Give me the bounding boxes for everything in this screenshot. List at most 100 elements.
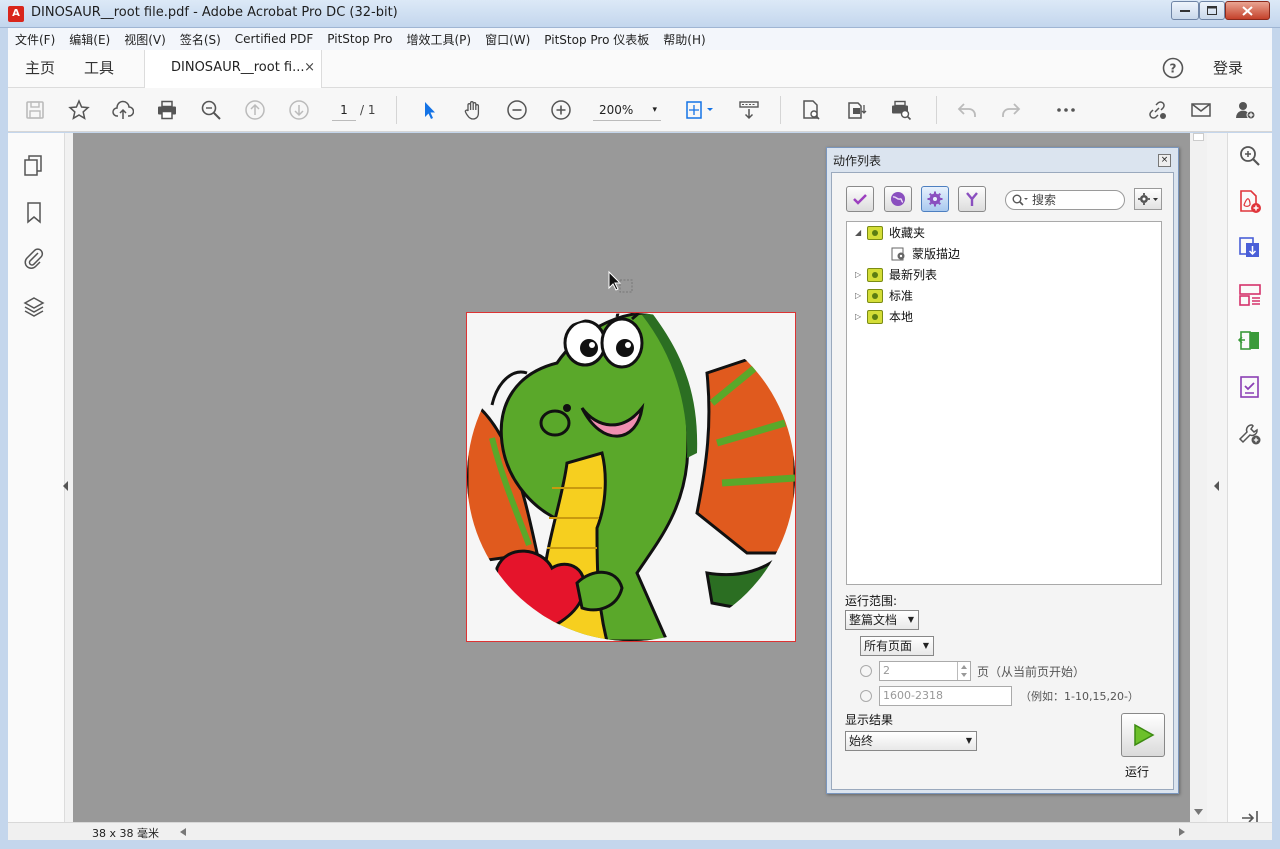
- left-panel-collapse-handle[interactable]: [63, 133, 73, 822]
- prev-page-icon[interactable]: [240, 96, 270, 124]
- cloud-upload-icon[interactable]: [108, 96, 138, 124]
- help-icon[interactable]: ?: [1162, 57, 1184, 79]
- toolbar-divider: [396, 96, 397, 124]
- organize-pages-icon[interactable]: [1237, 282, 1263, 308]
- print-icon[interactable]: [152, 96, 182, 124]
- save-icon[interactable]: [20, 96, 50, 124]
- tree-node-label: 标准: [889, 289, 914, 303]
- title-bar: A DINOSAUR__root file.pdf - Adobe Acroba…: [0, 0, 1280, 28]
- zoom-tool-icon[interactable]: [1237, 143, 1263, 169]
- filter-check-button[interactable]: [846, 186, 874, 212]
- email-icon[interactable]: [1186, 96, 1216, 124]
- select-cursor-icon[interactable]: [414, 96, 444, 124]
- maximize-button[interactable]: [1199, 1, 1225, 20]
- page-number-input[interactable]: 1: [332, 99, 356, 121]
- preflight-fix-icon[interactable]: [842, 96, 872, 124]
- tree-node-standard[interactable]: ▷ 标准: [855, 285, 913, 306]
- page-count-spinner[interactable]: [957, 662, 970, 680]
- page-count-radio[interactable]: [860, 665, 872, 677]
- attachments-icon[interactable]: [21, 246, 47, 272]
- menu-view[interactable]: 视图(V): [117, 31, 173, 48]
- tree-node-label: 本地: [889, 310, 914, 324]
- scroll-right-arrow-icon[interactable]: [1179, 828, 1185, 836]
- more-options-icon[interactable]: [1051, 96, 1081, 124]
- add-user-icon[interactable]: [1230, 96, 1260, 124]
- more-tools-wrench-icon[interactable]: [1237, 421, 1263, 447]
- minimize-button[interactable]: [1171, 1, 1199, 20]
- layers-icon[interactable]: [21, 294, 47, 320]
- zoom-level-select[interactable]: 200% ▾: [593, 99, 661, 121]
- preflight-check-icon[interactable]: [1237, 374, 1263, 400]
- run-action-button[interactable]: [1121, 713, 1165, 757]
- menu-certified-pdf[interactable]: Certified PDF: [228, 32, 321, 46]
- close-panel-icon[interactable]: ×: [1158, 154, 1171, 167]
- right-panel-collapse-handle[interactable]: [1207, 133, 1227, 822]
- scroll-down-arrow-icon[interactable]: [1194, 809, 1203, 815]
- zoom-search-icon[interactable]: [196, 96, 226, 124]
- next-page-icon[interactable]: [284, 96, 314, 124]
- action-folder-icon: [867, 225, 883, 240]
- tab-tools[interactable]: 工具: [84, 50, 114, 87]
- search-icon: [1012, 194, 1028, 206]
- pages-select-value: 所有页面: [864, 639, 913, 653]
- menu-file[interactable]: 文件(F): [8, 31, 62, 48]
- vertical-scrollbar[interactable]: [1190, 133, 1207, 822]
- collapsed-arrow-icon[interactable]: ▷: [855, 270, 867, 279]
- menu-plugins[interactable]: 增效工具(P): [399, 31, 478, 48]
- show-result-select[interactable]: 始终 ▼: [845, 731, 977, 751]
- hand-tool-icon[interactable]: [458, 96, 488, 124]
- status-bar: 38 x 38 毫米: [8, 822, 1272, 840]
- tree-node-mask-stroke[interactable]: 蒙版描边: [891, 243, 960, 264]
- tree-node-favorites[interactable]: ◢ 收藏夹: [855, 222, 925, 243]
- page-range-radio[interactable]: [860, 690, 872, 702]
- page-range-input[interactable]: 1600-2318: [879, 686, 1012, 706]
- pages-select[interactable]: 所有页面 ▼: [860, 636, 934, 656]
- share-link-icon[interactable]: [1142, 96, 1172, 124]
- filter-gear-button[interactable]: [921, 186, 949, 212]
- action-options-button[interactable]: [1134, 188, 1162, 210]
- bookmark-star-icon[interactable]: [64, 96, 94, 124]
- scroll-mode-icon[interactable]: [734, 96, 764, 124]
- tree-node-recent[interactable]: ▷ 最新列表: [855, 264, 937, 285]
- zoom-out-icon[interactable]: [502, 96, 532, 124]
- tree-node-label: 最新列表: [889, 268, 938, 282]
- collapsed-arrow-icon[interactable]: ▷: [855, 291, 867, 300]
- filter-globe-button[interactable]: [884, 186, 912, 212]
- tree-node-label: 收藏夹: [889, 226, 926, 240]
- close-tab-icon[interactable]: ×: [304, 50, 315, 86]
- page-range-hint: （例如：1-10,15,20-）: [1020, 690, 1139, 703]
- menu-pitstop-pro[interactable]: PitStop Pro: [320, 32, 399, 46]
- create-pdf-icon[interactable]: [1237, 189, 1263, 215]
- action-list-body: 搜索 ◢ 收藏夹 蒙版描边 ▷ 最新列表 ▷ 标准 ▷ 本地 运行范围: 整篇文档 ▼ 所…: [831, 172, 1174, 790]
- menu-window[interactable]: 窗口(W): [478, 31, 537, 48]
- export-pdf-icon[interactable]: [1237, 235, 1263, 261]
- page-thumbnails-icon[interactable]: [21, 153, 47, 179]
- scrollbar-thumb[interactable]: [1193, 133, 1204, 141]
- action-search-input[interactable]: 搜索: [1005, 190, 1125, 210]
- scroll-left-arrow-icon[interactable]: [180, 828, 186, 836]
- fit-page-icon[interactable]: [680, 96, 720, 124]
- menu-sign[interactable]: 签名(S): [173, 31, 228, 48]
- close-window-button[interactable]: [1225, 1, 1270, 20]
- sign-in-link[interactable]: 登录: [1213, 50, 1243, 87]
- menu-pitstop-dashboard[interactable]: PitStop Pro 仪表板: [537, 31, 656, 48]
- menu-edit[interactable]: 编辑(E): [62, 31, 117, 48]
- tree-node-local[interactable]: ▷ 本地: [855, 306, 913, 327]
- compare-files-icon[interactable]: [1237, 328, 1263, 354]
- tab-home[interactable]: 主页: [25, 50, 55, 87]
- menu-help[interactable]: 帮助(H): [656, 31, 712, 48]
- pdf-page[interactable]: [466, 312, 796, 642]
- scope-select[interactable]: 整篇文档 ▼: [845, 610, 919, 630]
- expanded-arrow-icon[interactable]: ◢: [855, 228, 867, 237]
- print-preview-icon[interactable]: [886, 96, 916, 124]
- bookmarks-icon[interactable]: [21, 200, 47, 226]
- undo-icon[interactable]: [952, 96, 982, 124]
- zoom-in-icon[interactable]: [546, 96, 576, 124]
- page-search-icon[interactable]: [796, 96, 826, 124]
- tab-document[interactable]: DINOSAUR__root fi... ×: [144, 50, 322, 88]
- scope-select-value: 整篇文档: [849, 613, 898, 627]
- redo-icon[interactable]: [996, 96, 1026, 124]
- filter-merge-button[interactable]: [958, 186, 986, 212]
- collapsed-arrow-icon[interactable]: ▷: [855, 312, 867, 321]
- tree-node-label: 蒙版描边: [912, 247, 961, 261]
